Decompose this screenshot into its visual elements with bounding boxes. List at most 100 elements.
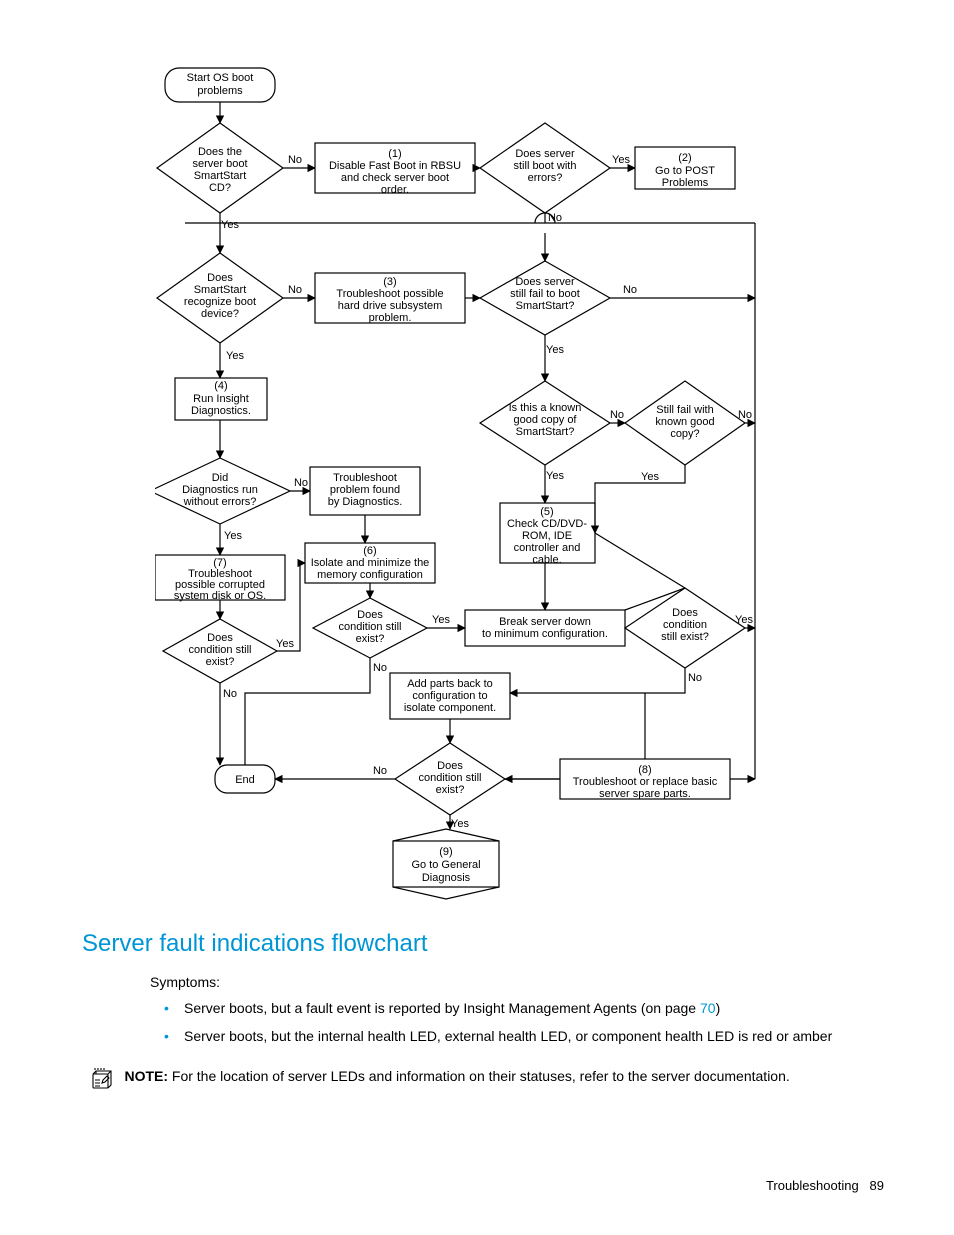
- svg-text:Disable Fast Boot in RBSU: Disable Fast Boot in RBSU: [329, 160, 461, 172]
- svg-text:good copy of: good copy of: [514, 414, 578, 426]
- svg-text:No: No: [288, 154, 302, 166]
- svg-text:configuration to: configuration to: [412, 690, 487, 702]
- svg-text:Does: Does: [357, 609, 383, 621]
- svg-text:Go to POST: Go to POST: [655, 165, 715, 177]
- svg-text:problems: problems: [197, 85, 243, 97]
- svg-text:ROM, IDE: ROM, IDE: [522, 530, 572, 542]
- svg-text:and check server boot: and check server boot: [341, 172, 449, 184]
- svg-text:order.: order.: [381, 184, 409, 196]
- svg-text:exist?: exist?: [206, 656, 235, 668]
- svg-text:No: No: [738, 409, 752, 421]
- svg-text:No: No: [294, 477, 308, 489]
- svg-text:server boot: server boot: [192, 158, 247, 170]
- svg-text:Does: Does: [207, 632, 233, 644]
- svg-text:No: No: [288, 284, 302, 296]
- svg-text:(4): (4): [214, 380, 227, 392]
- svg-text:Diagnostics run: Diagnostics run: [182, 484, 258, 496]
- svg-text:End: End: [235, 774, 255, 786]
- svg-text:SmartStart?: SmartStart?: [516, 426, 575, 438]
- svg-text:Does: Does: [437, 760, 463, 772]
- symptoms-label: Symptoms:: [150, 972, 220, 992]
- svg-text:exist?: exist?: [356, 633, 385, 645]
- svg-text:No: No: [373, 765, 387, 777]
- svg-text:recognize boot: recognize boot: [184, 296, 256, 308]
- svg-text:problem found: problem found: [330, 484, 400, 496]
- svg-text:SmartStart?: SmartStart?: [516, 300, 575, 312]
- svg-text:Yes: Yes: [546, 470, 564, 482]
- svg-text:Yes: Yes: [735, 614, 753, 626]
- svg-text:without errors?: without errors?: [183, 496, 257, 508]
- svg-text:Yes: Yes: [224, 530, 242, 542]
- svg-text:No: No: [373, 662, 387, 674]
- note-icon: [90, 1068, 114, 1095]
- svg-text:Yes: Yes: [612, 154, 630, 166]
- svg-text:controller and: controller and: [514, 542, 581, 554]
- svg-text:Run Insight: Run Insight: [193, 393, 249, 405]
- svg-text:Problems: Problems: [662, 177, 709, 189]
- svg-text:server spare parts.: server spare parts.: [599, 788, 691, 800]
- svg-text:condition still: condition still: [339, 621, 402, 633]
- svg-text:Troubleshoot possible: Troubleshoot possible: [336, 288, 443, 300]
- svg-text:Add parts back to: Add parts back to: [407, 678, 493, 690]
- svg-text:(6): (6): [363, 545, 376, 557]
- list-item: Server boots, but a fault event is repor…: [150, 998, 870, 1018]
- svg-text:No: No: [623, 284, 637, 296]
- svg-text:system disk or OS.: system disk or OS.: [174, 590, 266, 602]
- svg-text:Yes: Yes: [451, 818, 469, 830]
- svg-text:No: No: [688, 672, 702, 684]
- svg-text:SmartStart: SmartStart: [194, 170, 247, 182]
- list-item: Server boots, but the internal health LE…: [150, 1026, 870, 1046]
- note-label: NOTE:: [124, 1068, 168, 1084]
- svg-text:Yes: Yes: [641, 471, 659, 483]
- svg-text:Yes: Yes: [276, 638, 294, 650]
- svg-text:Yes: Yes: [432, 614, 450, 626]
- svg-text:problem.: problem.: [369, 312, 412, 324]
- note-block: NOTE: For the location of server LEDs an…: [90, 1068, 880, 1095]
- svg-text:(1): (1): [388, 148, 401, 160]
- svg-text:(2): (2): [678, 152, 691, 164]
- document-page: Start OS boot problems Does the server b…: [0, 0, 954, 1235]
- svg-text:(8): (8): [638, 764, 651, 776]
- svg-text:Yes: Yes: [221, 219, 239, 231]
- svg-text:Does server: Does server: [515, 276, 575, 288]
- svg-text:condition: condition: [663, 619, 707, 631]
- svg-text:Break server down: Break server down: [499, 616, 591, 628]
- svg-text:Yes: Yes: [226, 350, 244, 362]
- svg-text:to minimum configuration.: to minimum configuration.: [482, 628, 608, 640]
- svg-text:Isolate and minimize the: Isolate and minimize the: [311, 557, 430, 569]
- svg-text:hard drive subsystem: hard drive subsystem: [338, 300, 443, 312]
- svg-text:cable.: cable.: [532, 554, 561, 566]
- svg-text:Yes: Yes: [546, 344, 564, 356]
- svg-text:condition still: condition still: [189, 644, 252, 656]
- svg-text:Start OS boot: Start OS boot: [187, 72, 254, 84]
- svg-text:memory configuration: memory configuration: [317, 569, 423, 581]
- section-heading: Server fault indications flowchart: [82, 930, 428, 958]
- svg-text:still boot with: still boot with: [514, 160, 577, 172]
- svg-text:(9): (9): [439, 846, 452, 858]
- svg-text:device?: device?: [201, 308, 239, 320]
- note-text: For the location of server LEDs and info…: [168, 1068, 790, 1084]
- svg-text:(5): (5): [540, 506, 553, 518]
- os-boot-flowchart: Start OS boot problems Does the server b…: [155, 63, 775, 913]
- svg-text:known good: known good: [655, 416, 714, 428]
- svg-text:still fail to boot: still fail to boot: [510, 288, 580, 300]
- svg-text:by Diagnostics.: by Diagnostics.: [328, 496, 403, 508]
- svg-text:Diagnostics.: Diagnostics.: [191, 405, 251, 417]
- svg-text:No: No: [548, 212, 562, 224]
- svg-text:Go to General: Go to General: [411, 859, 480, 871]
- svg-text:CD?: CD?: [209, 182, 231, 194]
- svg-text:Does the: Does the: [198, 146, 242, 158]
- svg-text:errors?: errors?: [528, 172, 563, 184]
- svg-text:Diagnosis: Diagnosis: [422, 872, 471, 884]
- svg-text:copy?: copy?: [670, 428, 699, 440]
- svg-text:Does: Does: [207, 272, 233, 284]
- page-link[interactable]: 70: [700, 1000, 716, 1016]
- symptom-bullets: Server boots, but a fault event is repor…: [150, 998, 870, 1055]
- svg-text:Is this a known: Is this a known: [509, 402, 582, 414]
- svg-text:Troubleshoot: Troubleshoot: [333, 472, 397, 484]
- svg-text:isolate component.: isolate component.: [404, 702, 496, 714]
- svg-text:No: No: [223, 688, 237, 700]
- svg-text:SmartStart: SmartStart: [194, 284, 247, 296]
- svg-text:Check CD/DVD-: Check CD/DVD-: [507, 518, 587, 530]
- svg-text:still exist?: still exist?: [661, 631, 709, 643]
